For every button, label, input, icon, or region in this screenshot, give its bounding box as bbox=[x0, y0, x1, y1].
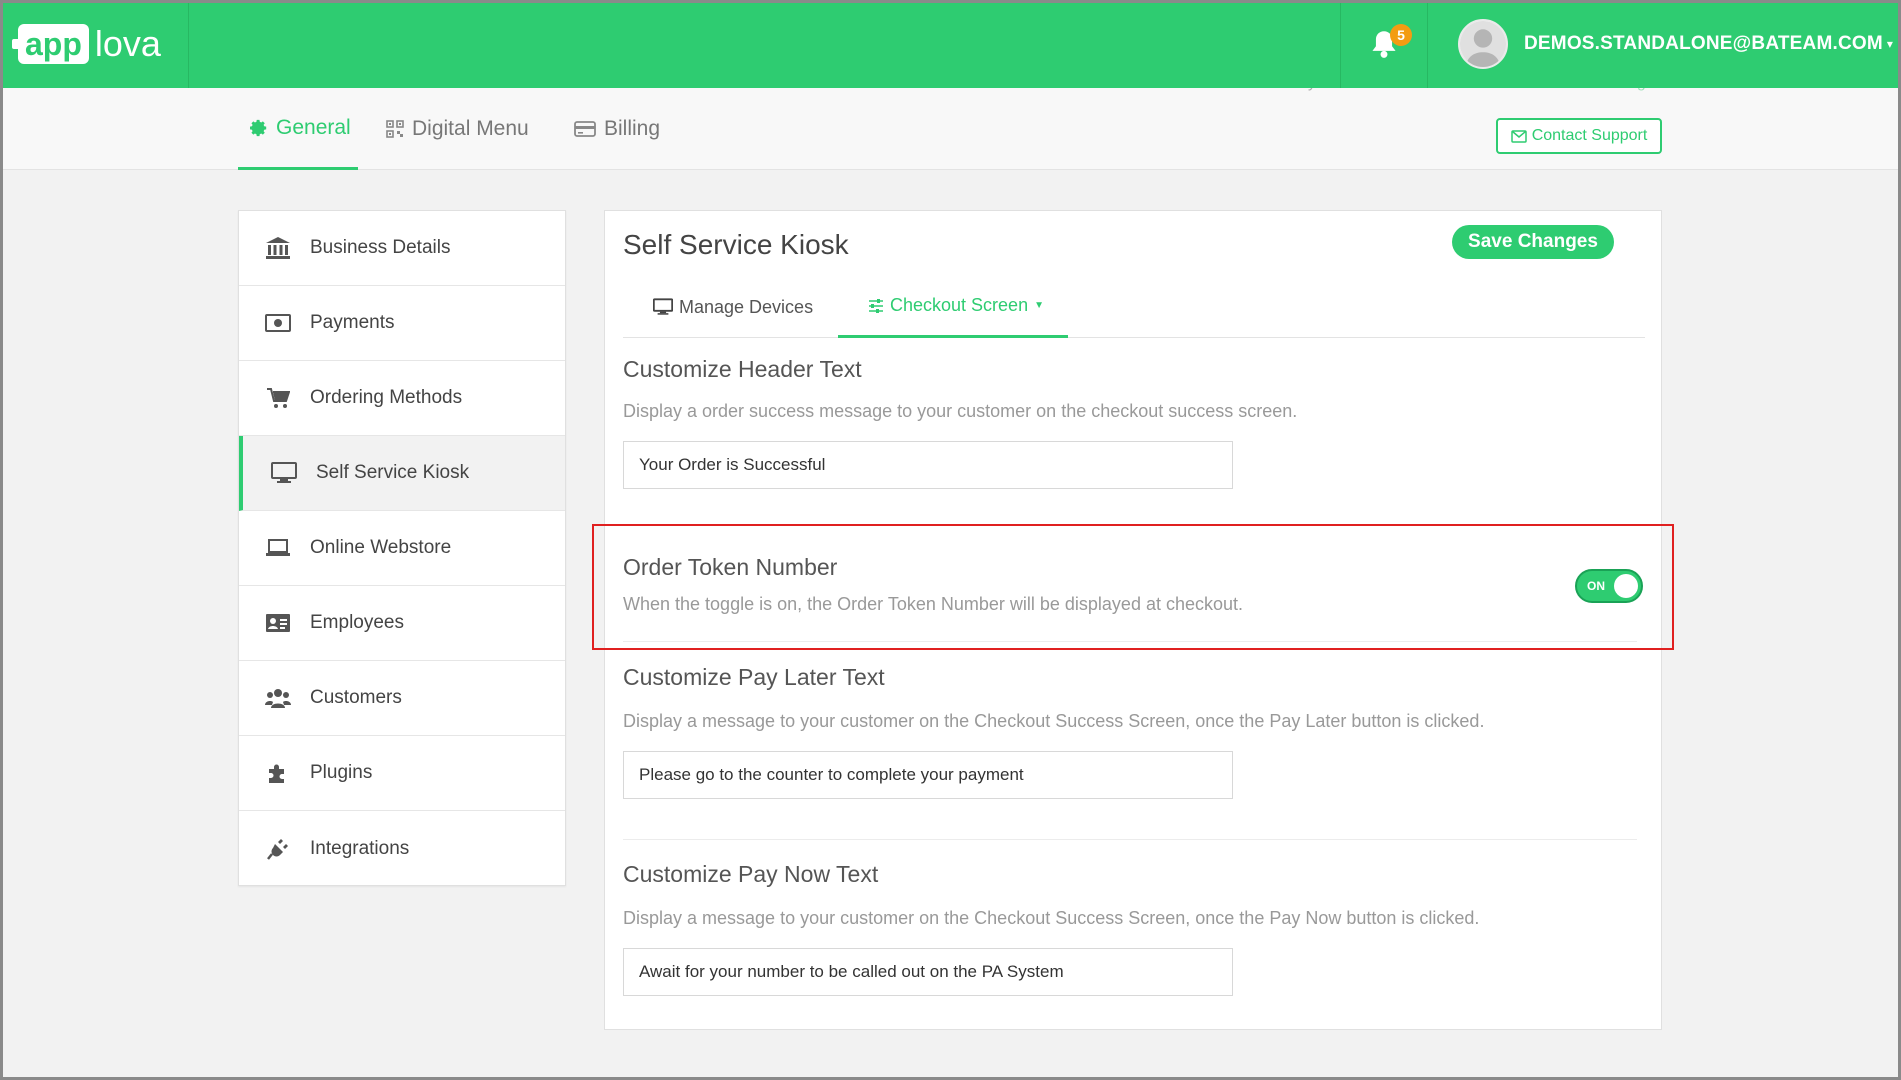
sidebar-item-online-webstore[interactable]: Online Webstore bbox=[239, 511, 565, 586]
contact-support-label: Contact Support bbox=[1531, 127, 1648, 144]
sidebar-item-label: Plugins bbox=[310, 762, 373, 783]
pay-later-description: Display a message to your customer on th… bbox=[623, 711, 1485, 731]
tab-checkout-screen-label: Checkout Screen bbox=[890, 295, 1029, 315]
toggle-knob bbox=[1614, 574, 1638, 598]
tab-general-label: General bbox=[276, 115, 351, 139]
sidebar-item-plugins[interactable]: Plugins bbox=[239, 736, 565, 811]
monitor-icon bbox=[653, 298, 673, 315]
sidebar-item-ordering-methods[interactable]: Ordering Methods bbox=[239, 361, 565, 436]
sidebar-item-label: Customers bbox=[310, 687, 402, 708]
logo-box: app bbox=[12, 24, 89, 64]
sidebar-item-label: Online Webstore bbox=[310, 537, 452, 558]
toggle-state-label: ON bbox=[1587, 579, 1605, 593]
notification-badge: 5 bbox=[1390, 24, 1412, 46]
header-text-input[interactable] bbox=[623, 441, 1233, 489]
sliders-icon bbox=[869, 298, 883, 313]
save-changes-button[interactable]: Save Changes bbox=[1452, 225, 1614, 259]
tab-checkout-screen[interactable]: Checkout Screen ▼ bbox=[838, 276, 1068, 338]
tab-digital-menu-label: Digital Menu bbox=[412, 117, 529, 140]
caret-down-icon: ▼ bbox=[1034, 300, 1044, 311]
users-icon bbox=[264, 684, 292, 712]
chevron-down-icon: ▾ bbox=[1886, 37, 1893, 51]
header-text-title: Customize Header Text bbox=[623, 356, 862, 382]
tab-billing[interactable]: Billing bbox=[574, 88, 660, 170]
plug-icon bbox=[264, 835, 292, 863]
laptop-icon bbox=[264, 534, 292, 562]
sidebar-item-self-service-kiosk[interactable]: Self Service Kiosk bbox=[239, 436, 565, 511]
monitor-icon bbox=[270, 459, 298, 487]
tab-digital-menu[interactable]: Digital Menu bbox=[386, 88, 529, 170]
sidebar-item-business-details[interactable]: Business Details bbox=[239, 211, 565, 286]
bank-icon bbox=[264, 234, 292, 262]
gear-icon bbox=[250, 119, 267, 136]
avatar bbox=[1458, 19, 1508, 69]
sidebar-item-label: Business Details bbox=[310, 237, 451, 258]
sidebar-item-label: Ordering Methods bbox=[310, 387, 463, 408]
kiosk-settings-panel: Self Service Kiosk Save Changes Manage D… bbox=[604, 210, 1662, 1030]
pay-later-input[interactable] bbox=[623, 751, 1233, 799]
logo-text: lova bbox=[94, 23, 161, 64]
sidebar-item-label: Integrations bbox=[310, 837, 410, 859]
kiosk-subtabs: Manage Devices Checkout Screen ▼ bbox=[623, 276, 1645, 338]
header-text-description: Display a order success message to your … bbox=[623, 401, 1298, 421]
tab-manage-devices-label: Manage Devices bbox=[679, 296, 814, 317]
sidebar-item-integrations[interactable]: Integrations bbox=[239, 811, 565, 886]
envelope-icon bbox=[1510, 129, 1527, 143]
tab-billing-label: Billing bbox=[604, 117, 661, 140]
id-card-icon bbox=[264, 609, 292, 637]
puzzle-icon bbox=[264, 759, 292, 787]
sidebar-item-customers[interactable]: Customers bbox=[239, 661, 565, 736]
divider bbox=[623, 839, 1637, 840]
sidebar-item-employees[interactable]: Employees bbox=[239, 586, 565, 661]
sidebar-item-label: Payments bbox=[310, 312, 395, 333]
settings-sidebar: Business Details Payments Ordering Metho… bbox=[238, 210, 566, 886]
order-token-toggle[interactable]: ON bbox=[1575, 569, 1643, 603]
sidebar-item-payments[interactable]: Payments bbox=[239, 286, 565, 361]
pay-later-title: Customize Pay Later Text bbox=[623, 664, 885, 690]
tab-manage-devices[interactable]: Manage Devices bbox=[653, 276, 813, 338]
user-email: DEMOS.STANDALONE@BATEAM.COM bbox=[1524, 33, 1883, 54]
user-silhouette-icon bbox=[1460, 21, 1506, 67]
sidebar-item-label: Self Service Kiosk bbox=[316, 462, 470, 483]
cart-icon bbox=[264, 384, 292, 412]
tab-general[interactable]: General bbox=[238, 88, 358, 170]
pay-now-title: Customize Pay Now Text bbox=[623, 861, 879, 887]
qr-icon bbox=[386, 120, 404, 138]
notifications-button[interactable] bbox=[1340, 0, 1428, 88]
pay-now-input[interactable] bbox=[623, 948, 1233, 996]
sidebar-item-label: Employees bbox=[310, 612, 404, 633]
logo[interactable]: app lova bbox=[0, 0, 189, 88]
contact-support-button[interactable]: Contact Support bbox=[1496, 118, 1662, 154]
user-menu[interactable]: DEMOS.STANDALONE@BATEAM.COM ▾ bbox=[1458, 18, 1893, 70]
page-title: Self Service Kiosk bbox=[623, 229, 849, 260]
pay-now-description: Display a message to your customer on th… bbox=[623, 908, 1480, 928]
credit-card-icon bbox=[574, 121, 596, 137]
order-token-description: When the toggle is on, the Order Token N… bbox=[623, 594, 1244, 614]
money-icon bbox=[264, 309, 292, 337]
divider bbox=[623, 641, 1637, 642]
top-bar: app lova 5 DEMOS.STANDALONE@BATEAM.COM ▾ bbox=[0, 0, 1901, 88]
order-token-title: Order Token Number bbox=[623, 554, 838, 580]
